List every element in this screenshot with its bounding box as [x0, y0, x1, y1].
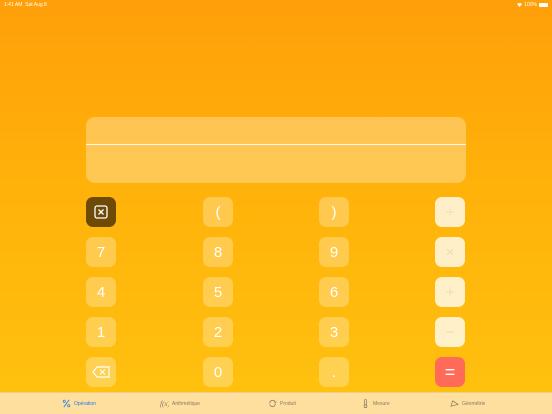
battery-percent: 100% [524, 2, 537, 8]
backspace-icon [92, 366, 110, 378]
key-label: 8 [213, 243, 223, 261]
thermometer-icon [363, 399, 368, 408]
digit-4-button[interactable]: 4 [86, 277, 116, 307]
key-label: − [445, 323, 455, 341]
equals-button[interactable]: = [435, 357, 465, 387]
expression-field[interactable] [96, 123, 456, 141]
tab-measure[interactable]: Mesure [361, 393, 390, 414]
display-divider [86, 144, 466, 145]
tab-label: Produit [280, 400, 296, 407]
tab-product[interactable]: Produit [268, 393, 296, 414]
tab-geometry[interactable]: Géométrie [450, 393, 485, 414]
cycle-icon [269, 399, 277, 408]
result-field [96, 151, 456, 177]
tab-label: Mesure [373, 400, 390, 407]
key-label: ÷ [445, 203, 455, 221]
key-label: 0 [213, 363, 223, 381]
key-label: 9 [329, 243, 339, 261]
plus-button[interactable]: + [435, 277, 465, 307]
status-bar: 1:41 AM Sat Aug 8 100% [0, 0, 552, 10]
f-of-x-icon: f(x) [160, 400, 169, 408]
battery-icon [539, 3, 548, 7]
digit-3-button[interactable]: 3 [319, 317, 349, 347]
key-label: ( [215, 203, 221, 221]
key-label: 4 [96, 283, 106, 301]
svg-text:f(x): f(x) [160, 400, 169, 408]
digit-1-button[interactable]: 1 [86, 317, 116, 347]
tab-label: Opération [74, 400, 96, 407]
digit-2-button[interactable]: 2 [203, 317, 233, 347]
digit-0-button[interactable]: 0 [203, 357, 233, 387]
key-label: × [445, 243, 455, 261]
tab-label: Arithmétique [172, 400, 201, 407]
calculator-display [86, 117, 466, 183]
multiply-button[interactable]: × [435, 237, 465, 267]
decimal-button[interactable]: . [319, 357, 349, 387]
key-label: 7 [96, 243, 106, 261]
status-right: 100% [517, 2, 548, 8]
tab-label: Géométrie [462, 400, 486, 407]
key-label: . [331, 363, 337, 381]
digit-6-button[interactable]: 6 [319, 277, 349, 307]
key-label: 1 [96, 323, 106, 341]
tab-bar: Opération f(x) Arithmétique Produit Mesu… [0, 392, 552, 414]
clear-x-icon [94, 205, 108, 219]
digit-7-button[interactable]: 7 [86, 237, 116, 267]
key-label: 5 [213, 283, 223, 301]
minus-button[interactable]: − [435, 317, 465, 347]
percent-icon [62, 399, 71, 408]
divide-button[interactable]: ÷ [435, 197, 465, 227]
key-label: 6 [329, 283, 339, 301]
digit-5-button[interactable]: 5 [203, 277, 233, 307]
digit-9-button[interactable]: 9 [319, 237, 349, 267]
status-time: 1:41 AM Sat Aug 8 [4, 2, 47, 8]
triangle-icon [450, 400, 459, 407]
clear-button[interactable] [86, 197, 116, 227]
backspace-button[interactable] [86, 357, 116, 387]
tab-operation[interactable]: Opération [62, 393, 96, 414]
key-label: + [445, 283, 455, 301]
wifi-icon [517, 3, 523, 7]
key-label: 2 [213, 323, 223, 341]
open-paren-button[interactable]: ( [203, 197, 233, 227]
key-label: = [444, 361, 456, 382]
digit-8-button[interactable]: 8 [203, 237, 233, 267]
key-label: ) [331, 203, 337, 221]
key-label: 3 [329, 323, 339, 341]
tab-arithmetic[interactable]: f(x) Arithmétique [160, 393, 200, 414]
close-paren-button[interactable]: ) [319, 197, 349, 227]
